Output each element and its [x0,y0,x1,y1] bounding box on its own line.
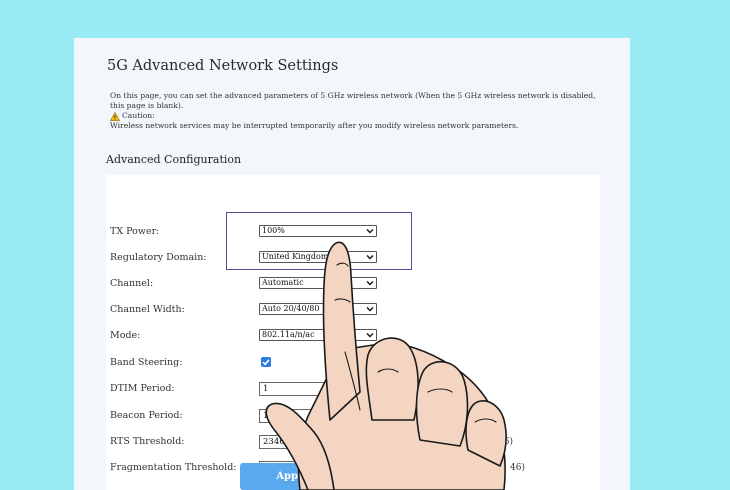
caution-text: Wireless network services may be interru… [110,121,519,130]
channel-label: Channel: [110,278,154,289]
row-channel-width: Channel Width: Auto 20/40/80 [106,302,600,320]
chevron-down-icon [366,307,374,312]
beacon-period-label: Beacon Period: [110,410,183,421]
checkmark-icon [262,359,270,366]
row-mode: Mode: 802.11a/n/ac [106,328,600,346]
mode-value: 802.11a/n/ac [262,330,315,339]
dtim-period-input[interactable]: 1 [259,382,377,396]
fragmentation-threshold-hint: 46) [510,463,525,473]
intro-text: On this page, you can set the advanced p… [110,91,596,110]
row-dtim-period: DTIM Period: 1 ; default: 1) [106,381,600,399]
channel-width-select[interactable]: Auto 20/40/80 [259,303,377,315]
row-channel: Channel: Automatic [106,276,600,294]
caution-label: Caution: [122,111,155,120]
chevron-down-icon [366,281,374,286]
row-beacon-period: Beacon Period: 100 ault: 100) [106,408,600,426]
beacon-period-input[interactable]: 100 [259,409,377,423]
chevron-down-icon [366,333,374,338]
apply-label: Appl [276,471,302,482]
intro-block: On this page, you can set the advanced p… [110,91,610,131]
dtim-period-hint: ; default: 1) [419,384,473,394]
rts-threshold-input[interactable]: 2346 [259,435,377,449]
band-steering-checkbox[interactable] [261,357,271,367]
regulatory-domain-label: Regulatory Domain: [110,252,207,263]
row-fragmentation-threshold: Fragmentation Threshold: 2 46) [106,460,600,478]
section-title: Advanced Configuration [106,153,242,166]
caution-row: Caution: [110,111,610,121]
row-band-steering: Band Steering: [106,355,600,373]
channel-width-value: Auto 20/40/80 [262,304,320,313]
page-title: 5G Advanced Network Settings [107,58,339,74]
beacon-period-hint: ault: 100) [454,411,499,421]
channel-select[interactable]: Automatic [259,277,377,289]
rts-threshold-hint: 46) [498,437,513,447]
apply-button[interactable]: Appl [240,463,338,490]
warning-icon [110,111,120,121]
mode-label: Mode: [110,330,141,341]
channel-value: Automatic [262,278,304,287]
channel-highlight-box [226,212,412,270]
band-steering-label: Band Steering: [110,357,183,368]
fragmentation-threshold-label: Fragmentation Threshold: [110,462,237,473]
tx-power-label: TX Power: [110,226,160,237]
rts-threshold-label: RTS Threshold: [110,436,185,447]
dtim-period-label: DTIM Period: [110,383,175,394]
mode-select[interactable]: 802.11a/n/ac [259,329,377,341]
row-rts-threshold: RTS Threshold: 2346 46) [106,434,600,452]
channel-width-label: Channel Width: [110,304,185,315]
